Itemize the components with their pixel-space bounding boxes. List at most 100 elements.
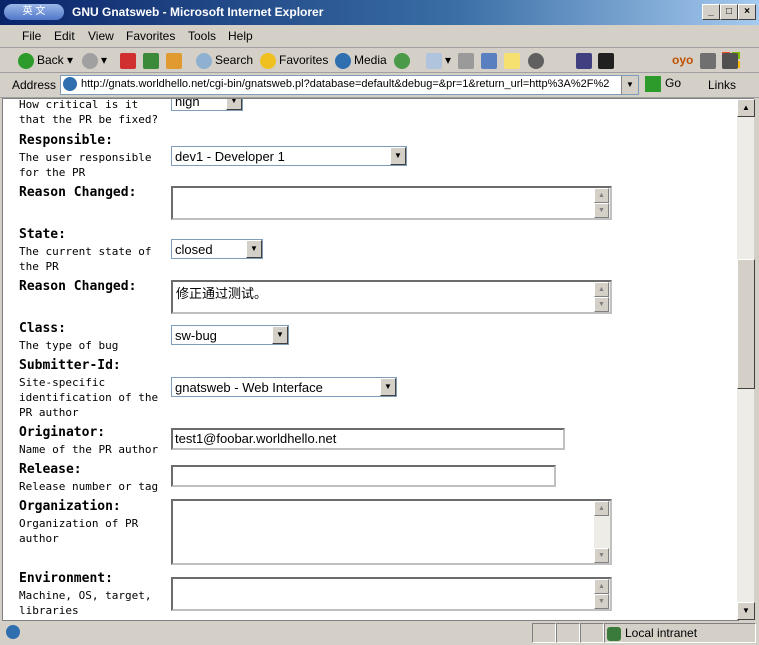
- scroll-up-icon[interactable]: ▲: [594, 188, 609, 203]
- scroll-up-icon[interactable]: ▲: [737, 99, 755, 117]
- textarea-scrollbar[interactable]: ▲ ▼: [594, 579, 610, 609]
- scrollbar-thumb[interactable]: [737, 259, 755, 389]
- chevron-down-icon: ▼: [380, 378, 396, 396]
- reason-changed-textarea-2[interactable]: 修正通过测试。 ▲ ▼: [171, 280, 612, 314]
- address-url: http://gnats.worldhello.net/cgi-bin/gnat…: [81, 78, 610, 90]
- chevron-down-icon: ▼: [390, 147, 406, 165]
- stop-button[interactable]: [120, 51, 139, 69]
- home-button[interactable]: [166, 51, 185, 69]
- environment-textarea[interactable]: ▲ ▼: [171, 577, 612, 611]
- links-toolbar[interactable]: Links: [708, 78, 736, 92]
- media-icon: [335, 52, 351, 69]
- tool-b-button[interactable]: [598, 51, 617, 69]
- history-button[interactable]: [394, 51, 413, 69]
- refresh-icon: [143, 52, 159, 69]
- search-icon: [196, 52, 212, 69]
- menu-view[interactable]: View: [88, 29, 114, 43]
- reason-changed-label-2: Reason Changed:: [19, 279, 137, 294]
- menu-favorites[interactable]: Favorites: [126, 29, 175, 43]
- tool-a-button[interactable]: [576, 51, 595, 69]
- scroll-down-icon[interactable]: ▼: [737, 602, 755, 620]
- class-label: Class:: [19, 321, 66, 336]
- organization-textarea[interactable]: ▲ ▼: [171, 499, 612, 565]
- criticality-help: How critical is it that the PR be fixed?: [19, 98, 159, 126]
- oyo-icon[interactable]: oyo: [672, 51, 693, 69]
- ie-page-icon: 英 文: [4, 4, 64, 20]
- originator-input[interactable]: test1@foobar.worldhello.net: [171, 428, 565, 450]
- state-select[interactable]: closed ▼: [171, 239, 263, 259]
- chevron-down-icon: ▼: [226, 99, 242, 110]
- status-pane: [580, 623, 604, 643]
- status-pane: [532, 623, 556, 643]
- release-label: Release:: [19, 462, 82, 477]
- back-button[interactable]: Back ▾: [18, 51, 73, 69]
- chevron-down-icon: ▼: [246, 240, 262, 258]
- class-select[interactable]: sw-bug ▼: [171, 325, 289, 345]
- responsible-select[interactable]: dev1 - Developer 1 ▼: [171, 146, 407, 166]
- window-title: GNU Gnatsweb - Microsoft Internet Explor…: [72, 5, 324, 19]
- criticality-select[interactable]: high ▼: [171, 99, 243, 111]
- discuss-button[interactable]: [504, 51, 523, 69]
- running-man-icon: [598, 52, 614, 69]
- media-button[interactable]: Media: [335, 51, 387, 69]
- page-content: How critical is it that the PR be fixed?…: [2, 98, 739, 621]
- page-scrollbar[interactable]: ▲ ▼: [737, 98, 755, 620]
- refresh-button[interactable]: [143, 51, 162, 69]
- ie-page-icon: [63, 77, 77, 91]
- star-icon: [260, 52, 276, 69]
- release-input[interactable]: [171, 465, 556, 487]
- forward-button[interactable]: ▾: [82, 51, 107, 69]
- home-icon: [166, 52, 182, 69]
- go-arrow-icon: [645, 76, 661, 92]
- scroll-up-icon[interactable]: ▲: [594, 579, 609, 594]
- reason-changed-textarea[interactable]: ▲ ▼: [171, 186, 612, 220]
- organization-label: Organization:: [19, 499, 121, 514]
- menu-tools[interactable]: Tools: [188, 29, 216, 43]
- address-dropdown-icon[interactable]: ▼: [621, 76, 638, 94]
- minimize-button[interactable]: _: [702, 4, 720, 20]
- mail-button[interactable]: ▾: [426, 51, 451, 69]
- state-label: State:: [19, 227, 66, 242]
- messenger-button[interactable]: [528, 51, 547, 69]
- tool-c-button[interactable]: [700, 51, 719, 69]
- maximize-button[interactable]: □: [720, 4, 738, 20]
- address-input[interactable]: http://gnats.worldhello.net/cgi-bin/gnat…: [60, 75, 639, 95]
- standard-toolbar: Back ▾ ▾ Search Favorites Media ▾ oyo: [0, 48, 759, 73]
- textarea-scrollbar[interactable]: ▲ ▼: [594, 188, 610, 218]
- environment-help: Machine, OS, target, libraries: [19, 589, 152, 617]
- menu-edit[interactable]: Edit: [54, 29, 75, 43]
- scroll-down-icon[interactable]: ▼: [594, 594, 609, 609]
- back-arrow-icon: [18, 52, 34, 69]
- scroll-down-icon[interactable]: ▼: [594, 548, 609, 563]
- edit-button[interactable]: [481, 51, 500, 69]
- scroll-up-icon[interactable]: ▲: [594, 501, 609, 516]
- menu-file[interactable]: File: [22, 29, 41, 43]
- menu-bar: File Edit View Favorites Tools Help: [0, 25, 759, 68]
- menu-help[interactable]: Help: [228, 29, 253, 43]
- tool-d-button[interactable]: [722, 51, 741, 69]
- go-button[interactable]: Go: [645, 76, 681, 92]
- edit-icon: [481, 52, 497, 69]
- mail-icon: [426, 52, 442, 69]
- state-help: The current state of the PR: [19, 245, 152, 273]
- note-icon: [504, 52, 520, 69]
- textarea-scrollbar[interactable]: ▲ ▼: [594, 282, 610, 312]
- search-button[interactable]: Search: [196, 51, 253, 69]
- close-button[interactable]: ×: [738, 4, 756, 20]
- release-help: Release number or tag: [19, 480, 159, 493]
- print-button[interactable]: [458, 51, 477, 69]
- block-icon: [528, 52, 544, 69]
- organization-help: Organization of PR author: [19, 517, 139, 545]
- textarea-scrollbar[interactable]: ▲ ▼: [594, 501, 610, 563]
- scroll-up-icon[interactable]: ▲: [594, 282, 609, 297]
- submitter-id-select[interactable]: gnatsweb - Web Interface ▼: [171, 377, 397, 397]
- title-bar: 英 文 GNU Gnatsweb - Microsoft Internet Ex…: [0, 0, 759, 25]
- scroll-down-icon[interactable]: ▼: [594, 203, 609, 218]
- chevron-down-icon: ▼: [272, 326, 288, 344]
- history-icon: [394, 52, 410, 69]
- address-label: Address: [12, 78, 57, 92]
- submitter-id-help: Site-specific identification of the PR a…: [19, 376, 159, 419]
- scroll-down-icon[interactable]: ▼: [594, 297, 609, 312]
- favorites-button[interactable]: Favorites: [260, 51, 328, 69]
- class-help: The type of bug: [19, 339, 119, 352]
